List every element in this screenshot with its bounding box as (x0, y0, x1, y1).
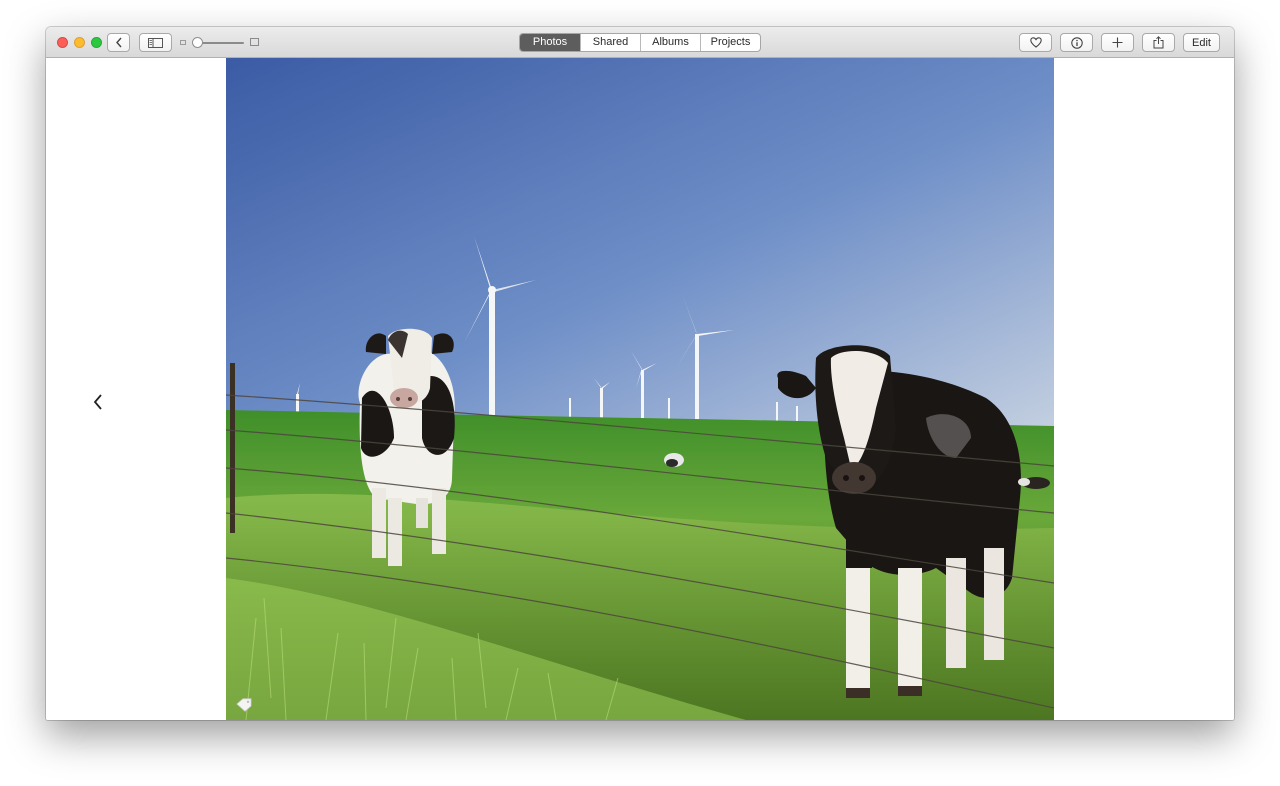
share-icon (1153, 36, 1164, 49)
chevron-left-icon (115, 37, 122, 48)
heart-icon (1029, 37, 1042, 48)
favorite-button[interactable] (1019, 33, 1052, 52)
chevron-left-icon[interactable] (91, 391, 105, 413)
photo-image (226, 58, 1054, 720)
zoom-button[interactable] (91, 37, 102, 48)
sky (226, 58, 1054, 428)
tab-albums[interactable]: Albums (640, 34, 700, 51)
minimize-button[interactable] (74, 37, 85, 48)
photos-window: Photos Shared Albums Projects Edit (46, 27, 1234, 720)
info-icon (1070, 36, 1083, 49)
info-button[interactable] (1060, 33, 1093, 52)
photo-viewer (46, 58, 1234, 720)
back-button[interactable] (107, 33, 130, 52)
close-button[interactable] (57, 37, 68, 48)
add-button[interactable] (1101, 33, 1134, 52)
sidebar-toggle-button[interactable] (139, 33, 172, 52)
sidebar-toggle-icon (148, 37, 163, 48)
tab-photos[interactable]: Photos (520, 34, 580, 51)
zoom-in-icon (250, 38, 259, 46)
tab-projects[interactable]: Projects (700, 34, 760, 51)
fence-post (230, 363, 235, 533)
tag-icon[interactable] (236, 698, 252, 712)
photo[interactable] (226, 58, 1054, 720)
zoom-slider-knob[interactable] (192, 37, 203, 48)
edit-button[interactable]: Edit (1183, 33, 1220, 52)
view-tabs: Photos Shared Albums Projects (519, 33, 761, 52)
share-button[interactable] (1142, 33, 1175, 52)
plus-icon (1112, 37, 1123, 48)
zoom-out-icon (180, 40, 186, 45)
tab-shared[interactable]: Shared (580, 34, 640, 51)
zoom-slider-track[interactable] (196, 42, 244, 44)
toolbar: Photos Shared Albums Projects Edit (46, 27, 1234, 58)
